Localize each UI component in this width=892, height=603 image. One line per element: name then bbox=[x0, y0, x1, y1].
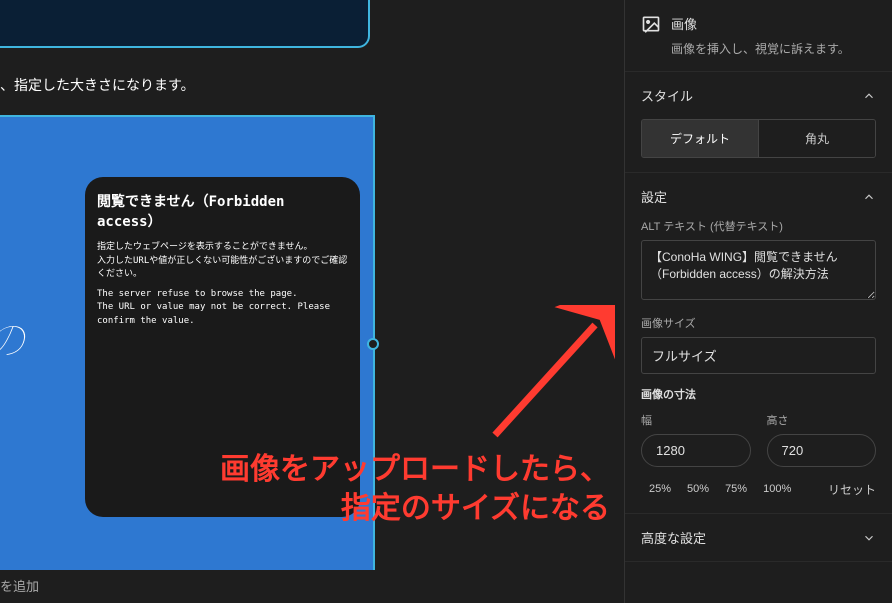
card-line: The URL or value may not be correct. Ple… bbox=[97, 301, 348, 328]
style-default-button[interactable]: デフォルト bbox=[642, 120, 758, 157]
pct-100-button[interactable]: 100% bbox=[755, 479, 799, 499]
settings-panel-toggle[interactable]: 設定 bbox=[641, 187, 876, 206]
paragraph-text[interactable]: 、指定した大きさになります。 bbox=[0, 75, 195, 95]
height-input[interactable] bbox=[767, 434, 877, 467]
card-body: 指定したウェブページを表示することができません。 入力したURLや値が正しくない… bbox=[97, 241, 348, 328]
alt-text-input[interactable] bbox=[641, 240, 876, 300]
style-panel-toggle[interactable]: スタイル bbox=[641, 86, 876, 105]
annotation-line: 画像をアップロードしたら、 bbox=[220, 450, 610, 489]
annotation-text: 画像をアップロードしたら、 指定のサイズになる bbox=[220, 450, 610, 528]
chevron-up-icon bbox=[862, 190, 876, 204]
dimensions-label: 画像の寸法 bbox=[641, 386, 876, 402]
card-line: The server refuse to browse the page. bbox=[97, 288, 348, 302]
style-rounded-button[interactable]: 角丸 bbox=[758, 120, 875, 157]
pct-75-button[interactable]: 75% bbox=[717, 479, 755, 499]
style-section: スタイル デフォルト 角丸 bbox=[625, 72, 892, 173]
reset-button[interactable]: リセット bbox=[828, 481, 876, 498]
chevron-down-icon bbox=[862, 531, 876, 545]
height-label: 高さ bbox=[767, 412, 877, 428]
overlay-text-partial: )の bbox=[0, 307, 26, 368]
image-icon bbox=[641, 14, 661, 34]
pct-25-button[interactable]: 25% bbox=[641, 479, 679, 499]
prev-block-edge bbox=[0, 0, 370, 48]
width-label: 幅 bbox=[641, 412, 751, 428]
block-type-section: 画像 画像を挿入し、視覚に訴えます。 bbox=[625, 0, 892, 72]
block-settings-sidebar: 画像 画像を挿入し、視覚に訴えます。 スタイル デフォルト 角丸 設定 ALT … bbox=[624, 0, 892, 603]
block-type-description: 画像を挿入し、視覚に訴えます。 bbox=[671, 40, 876, 57]
card-line: 入力したURLや値が正しくない可能性がございますのでご確認ください。 bbox=[97, 255, 348, 282]
block-type-label: 画像 bbox=[671, 14, 697, 33]
resize-handle-right[interactable] bbox=[367, 338, 379, 350]
settings-title: 設定 bbox=[641, 187, 667, 206]
alt-text-label: ALT テキスト (代替テキスト) bbox=[641, 218, 876, 234]
advanced-title: 高度な設定 bbox=[641, 528, 706, 547]
width-input[interactable] bbox=[641, 434, 751, 467]
settings-section: 設定 ALT テキスト (代替テキスト) 画像サイズ フルサイズ 画像の寸法 幅… bbox=[625, 173, 892, 514]
pct-50-button[interactable]: 50% bbox=[679, 479, 717, 499]
image-size-select[interactable]: フルサイズ bbox=[641, 337, 876, 374]
chevron-up-icon bbox=[862, 89, 876, 103]
card-title: 閲覧できません（Forbidden access） bbox=[97, 191, 348, 231]
image-size-label: 画像サイズ bbox=[641, 315, 876, 331]
add-block-hint[interactable]: を追加 bbox=[0, 576, 39, 595]
advanced-section: 高度な設定 bbox=[625, 514, 892, 562]
annotation-line: 指定のサイズになる bbox=[220, 489, 610, 528]
advanced-panel-toggle[interactable]: 高度な設定 bbox=[641, 528, 876, 547]
image-size-value: フルサイズ bbox=[652, 349, 717, 364]
card-line: 指定したウェブページを表示することができません。 bbox=[97, 241, 348, 255]
style-title: スタイル bbox=[641, 86, 693, 105]
